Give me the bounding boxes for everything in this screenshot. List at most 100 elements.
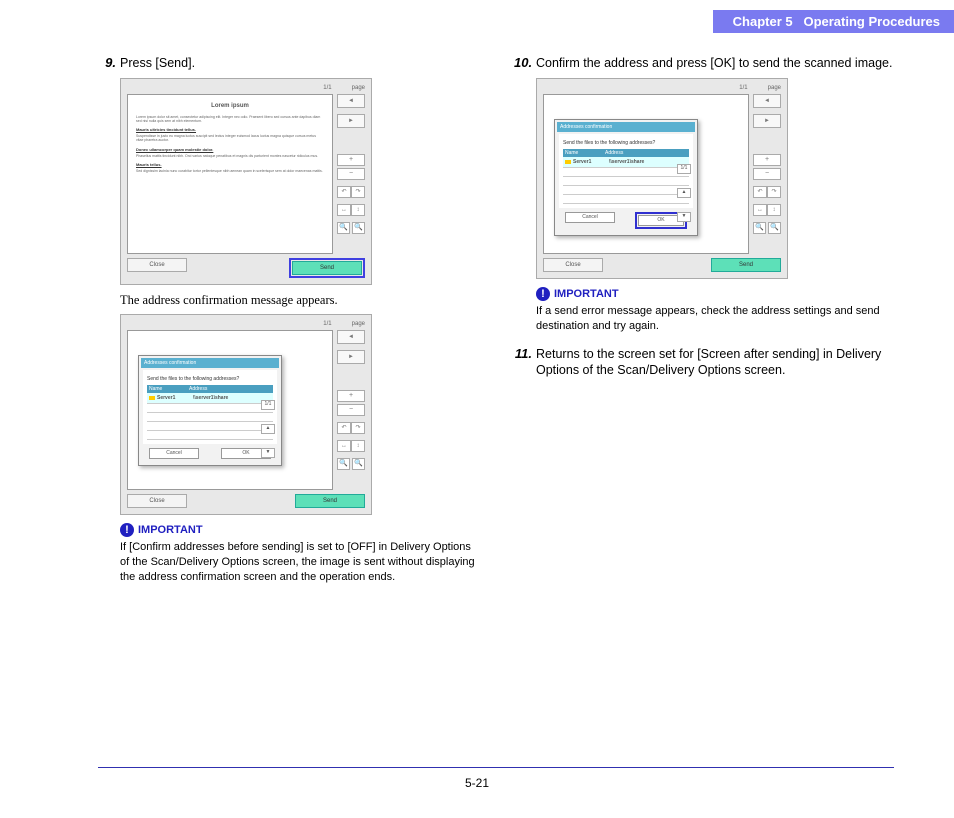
- zoom-out-icon[interactable]: −: [337, 404, 365, 416]
- step-11: 11. Returns to the screen set for [Scree…: [514, 346, 894, 380]
- dialog-page: 1/1: [261, 400, 275, 410]
- fit-width-icon[interactable]: ↔: [753, 204, 767, 216]
- dialog-scroll: 1/1 ▲ ▼: [677, 164, 691, 222]
- rotate-left-icon[interactable]: ↶: [337, 186, 351, 198]
- envelope-icon: [565, 160, 571, 164]
- dialog-table-header: Name Address: [147, 385, 273, 393]
- rotate-right-icon[interactable]: ↷: [767, 186, 781, 198]
- important-note-right: ! IMPORTANT If a send error message appe…: [536, 287, 894, 334]
- page-number: 5-21: [0, 776, 954, 790]
- magnifier-minus-icon[interactable]: 🔍: [753, 222, 766, 234]
- right-column: 10. Confirm the address and press [OK] t…: [514, 55, 894, 584]
- screenshot-preview-send: 1/1 page Lorem ipsum Lorem ipsum dolor s…: [120, 78, 372, 285]
- dialog-table-header: Name Address: [563, 149, 689, 157]
- step-number: 9.: [98, 55, 116, 72]
- preview-side-controls: ◄ ► + − ↶ ↷ ↔ ↕ 🔍: [753, 94, 781, 254]
- page-label: page: [768, 85, 781, 91]
- chapter-title: Operating Procedures: [803, 14, 940, 29]
- zoom-in-icon[interactable]: +: [337, 154, 365, 166]
- step-text: Returns to the screen set for [Screen af…: [536, 346, 894, 380]
- magnifier-plus-icon[interactable]: 🔍: [768, 222, 781, 234]
- document-preview-bg: Addresses confirmation Send the files to…: [127, 330, 333, 490]
- important-icon: !: [120, 523, 134, 537]
- magnifier-minus-icon[interactable]: 🔍: [337, 458, 350, 470]
- fit-width-icon[interactable]: ↔: [337, 204, 351, 216]
- close-button[interactable]: Close: [127, 258, 187, 272]
- step-text: Press [Send].: [120, 55, 478, 72]
- address-row-empty: [563, 195, 689, 204]
- prev-page-icon[interactable]: ◄: [337, 94, 365, 108]
- scroll-down-icon[interactable]: ▼: [677, 212, 691, 222]
- page-label: page: [352, 321, 365, 327]
- address-row-empty: [147, 431, 273, 440]
- preview-side-controls: ◄ ► + − ↶ ↷ ↔ ↕ 🔍: [337, 330, 365, 490]
- page-indicator: 1/1: [739, 85, 747, 91]
- zoom-in-icon[interactable]: +: [753, 154, 781, 166]
- send-button-highlight: Send: [289, 258, 365, 278]
- dialog-page: 1/1: [677, 164, 691, 174]
- dialog-message: Send the files to the following addresse…: [147, 376, 273, 382]
- magnifier-plus-icon[interactable]: 🔍: [352, 222, 365, 234]
- cancel-button[interactable]: Cancel: [565, 212, 615, 223]
- col-address: Address: [605, 150, 687, 156]
- rotate-right-icon[interactable]: ↷: [351, 186, 365, 198]
- step-10: 10. Confirm the address and press [OK] t…: [514, 55, 894, 72]
- fit-height-icon[interactable]: ↕: [351, 204, 365, 216]
- important-text: If [Confirm addresses before sending] is…: [120, 540, 478, 585]
- dialog-title: Addresses confirmation: [141, 358, 279, 368]
- page-indicator: 1/1: [323, 321, 331, 327]
- address-row-empty: [147, 404, 273, 413]
- col-address: Address: [189, 386, 271, 392]
- doc-title: Lorem ipsum: [136, 103, 324, 109]
- screenshot-ok-highlight: 1/1 page Addresses confirmation Send the…: [536, 78, 788, 279]
- address-row-empty: [147, 422, 273, 431]
- prev-page-icon[interactable]: ◄: [337, 330, 365, 344]
- col-name: Name: [565, 150, 605, 156]
- close-button[interactable]: Close: [127, 494, 187, 508]
- page-indicator: 1/1: [323, 85, 331, 91]
- address-row[interactable]: Server1 \\server1\share: [563, 157, 689, 168]
- rotate-left-icon[interactable]: ↶: [337, 422, 351, 434]
- address-row[interactable]: Server1 \\server1\share: [147, 393, 273, 404]
- chapter-header: Chapter 5 Operating Procedures: [713, 10, 954, 33]
- chapter-number: Chapter 5: [733, 14, 793, 29]
- left-column: 9. Press [Send]. 1/1 page Lorem ipsum Lo…: [98, 55, 478, 584]
- cancel-button[interactable]: Cancel: [149, 448, 199, 459]
- envelope-icon: [149, 396, 155, 400]
- zoom-out-icon[interactable]: −: [753, 168, 781, 180]
- step-9: 9. Press [Send].: [98, 55, 478, 72]
- address-row-empty: [147, 413, 273, 422]
- important-text: If a send error message appears, check t…: [536, 304, 894, 334]
- zoom-in-icon[interactable]: +: [337, 390, 365, 402]
- fit-width-icon[interactable]: ↔: [337, 440, 351, 452]
- rotate-left-icon[interactable]: ↶: [753, 186, 767, 198]
- send-button[interactable]: Send: [295, 494, 365, 508]
- col-name: Name: [149, 386, 189, 392]
- fit-height-icon[interactable]: ↕: [351, 440, 365, 452]
- step-number: 10.: [514, 55, 532, 72]
- magnifier-plus-icon[interactable]: 🔍: [352, 458, 365, 470]
- dialog-title: Addresses confirmation: [557, 122, 695, 132]
- address-row-empty: [563, 168, 689, 177]
- address-confirm-dialog: Addresses confirmation Send the files to…: [138, 355, 282, 466]
- close-button[interactable]: Close: [543, 258, 603, 272]
- send-button[interactable]: Send: [292, 261, 362, 275]
- dialog-message: Send the files to the following addresse…: [563, 140, 689, 146]
- address-row-empty: [563, 177, 689, 186]
- scroll-up-icon[interactable]: ▲: [261, 424, 275, 434]
- next-page-icon[interactable]: ►: [753, 114, 781, 128]
- magnifier-minus-icon[interactable]: 🔍: [337, 222, 350, 234]
- fit-height-icon[interactable]: ↕: [767, 204, 781, 216]
- step-number: 11.: [514, 346, 532, 380]
- zoom-out-icon[interactable]: −: [337, 168, 365, 180]
- address-row-empty: [563, 186, 689, 195]
- scroll-up-icon[interactable]: ▲: [677, 188, 691, 198]
- row-address: \\server1\share: [193, 395, 228, 401]
- send-button[interactable]: Send: [711, 258, 781, 272]
- important-icon: !: [536, 287, 550, 301]
- rotate-right-icon[interactable]: ↷: [351, 422, 365, 434]
- prev-page-icon[interactable]: ◄: [753, 94, 781, 108]
- scroll-down-icon[interactable]: ▼: [261, 448, 275, 458]
- next-page-icon[interactable]: ►: [337, 114, 365, 128]
- next-page-icon[interactable]: ►: [337, 350, 365, 364]
